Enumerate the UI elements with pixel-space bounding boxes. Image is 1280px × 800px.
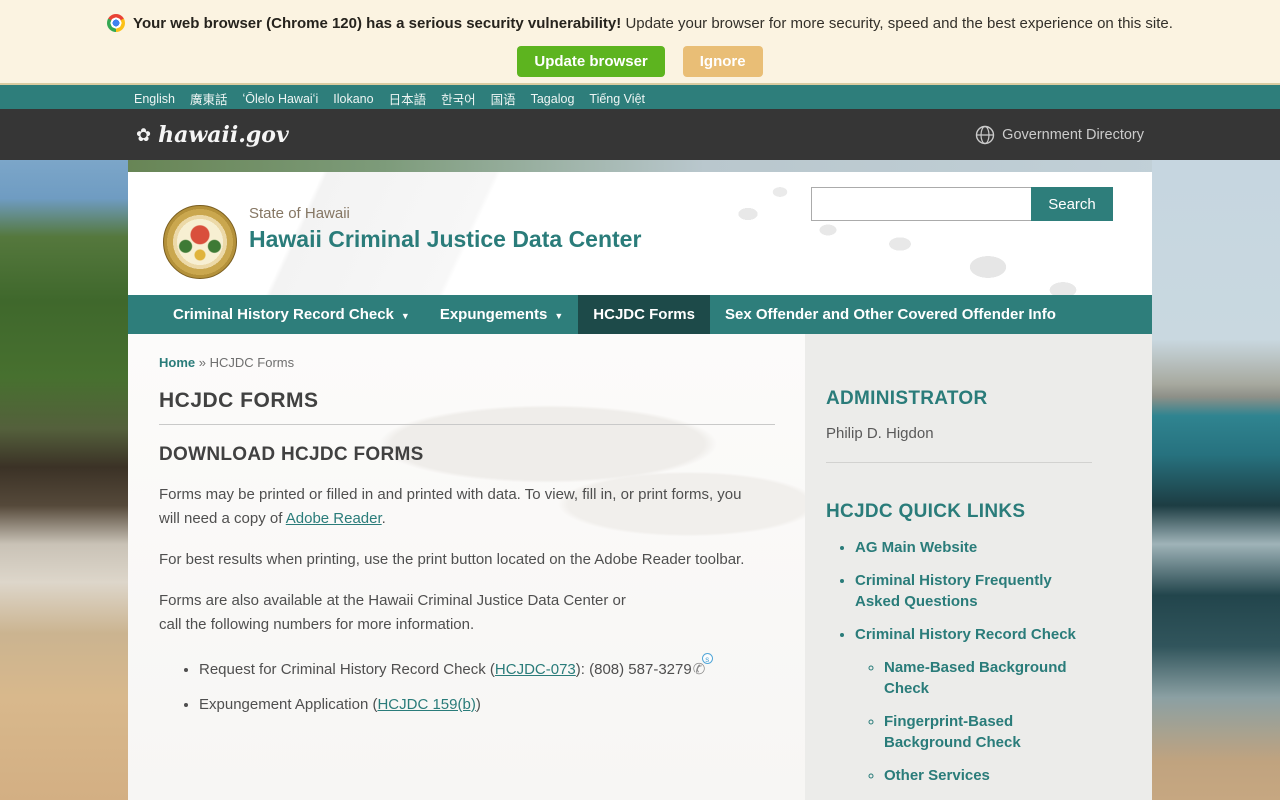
- language-bar: English 廣東話 ʻŌlelo Hawaiʻi Ilokano 日本語 한국어 国语 T…: [0, 85, 1280, 109]
- quick-links-title: HCJDC QUICK LINKS: [826, 501, 1026, 522]
- paragraph-adobe-reader: Forms may be printed or filled in and pr…: [159, 483, 759, 531]
- language-link[interactable]: 廣東話: [190, 89, 228, 108]
- nav-item-expungements[interactable]: Expungements ▼: [425, 295, 578, 334]
- list-item-text: ): [475, 696, 481, 713]
- site-container: State of Hawaii Hawaii Criminal Justice …: [128, 172, 1152, 800]
- banner-message-bold: Your web browser (Chrome 120) has a seri…: [133, 14, 622, 32]
- nav-item-label: HCJDC Forms: [593, 306, 695, 323]
- paragraph-text: Forms may be printed or filled in and pr…: [159, 486, 742, 527]
- page-title: HCJDC FORMS: [159, 389, 319, 412]
- search-box: Search: [811, 187, 1113, 221]
- divider: [159, 424, 775, 425]
- chevron-down-icon: ▼: [554, 310, 564, 321]
- breadcrumb-home-link[interactable]: Home: [159, 355, 195, 370]
- government-directory-label: Government Directory: [1002, 126, 1144, 143]
- update-browser-button[interactable]: Update browser: [517, 46, 665, 77]
- banner-message: Your web browser (Chrome 120) has a seri…: [133, 15, 1173, 32]
- government-directory-link[interactable]: Government Directory: [975, 125, 1144, 145]
- hawaii-gov-logo-link[interactable]: ✿ hawaii.gov: [136, 122, 289, 148]
- list-item-text: Request for Criminal History Record Chec…: [199, 661, 495, 678]
- hawaii-gov-bar: ✿ hawaii.gov Government Directory: [0, 109, 1280, 160]
- nav-item-sex-offender-info[interactable]: Sex Offender and Other Covered Offender …: [710, 295, 1071, 334]
- paragraph-text: Forms are also available at the Hawaii C…: [159, 592, 626, 609]
- divider: [826, 462, 1092, 463]
- hcjdc-159b-link[interactable]: HCJDC 159(b): [377, 696, 475, 713]
- adobe-reader-link[interactable]: Adobe Reader: [286, 510, 382, 527]
- administrator-name: Philip D. Higdon: [826, 425, 934, 442]
- language-list: English 廣東話 ʻŌlelo Hawaiʻi Ilokano 日本語 한국어 国语 T…: [128, 85, 1152, 108]
- globe-icon: [975, 125, 995, 144]
- list-item-expungement-form: Expungement Application (HCJDC 159(b)): [199, 696, 769, 713]
- quick-link[interactable]: Fingerprint-Based Background Check: [884, 711, 1092, 753]
- administrator-title: ADMINISTRATOR: [826, 388, 988, 409]
- quick-link[interactable]: Criminal History Frequently Asked Questi…: [855, 570, 1092, 612]
- quick-link[interactable]: Name-Based Background Check: [884, 657, 1092, 699]
- skype-badge-icon: s: [701, 653, 713, 664]
- browser-update-banner: Your web browser (Chrome 120) has a seri…: [0, 0, 1280, 85]
- paragraph-text: .: [381, 510, 386, 527]
- phone-call-icon[interactable]: ✆ s: [692, 653, 713, 678]
- language-link[interactable]: English: [134, 92, 175, 106]
- quick-link[interactable]: Other Services: [884, 765, 1092, 786]
- quick-link[interactable]: AG Main Website: [855, 537, 1092, 558]
- nav-item-criminal-history-record-check[interactable]: Criminal History Record Check ▼: [158, 295, 425, 334]
- phone-glyph: ✆: [692, 661, 706, 678]
- hawaii-gov-logo-text: hawaii.gov: [158, 121, 289, 148]
- language-link[interactable]: Tagalog: [531, 92, 575, 106]
- site-title: Hawaii Criminal Justice Data Center: [249, 226, 642, 252]
- nav-item-label: Sex Offender and Other Covered Offender …: [724, 306, 1056, 323]
- beach-photo-right: [1152, 160, 1280, 800]
- nav-item-label: Expungements: [439, 306, 548, 323]
- hibiscus-icon: ✿: [136, 124, 152, 145]
- list-item-text: Expungement Application (: [199, 696, 378, 713]
- beach-background: State of Hawaii Hawaii Criminal Justice …: [0, 160, 1280, 800]
- search-button[interactable]: Search: [1031, 187, 1113, 221]
- hcjdc-073-link[interactable]: HCJDC-073: [495, 661, 576, 678]
- agency-parent-label: State of Hawaii: [249, 205, 350, 222]
- breadcrumb-current: HCJDC Forms: [209, 355, 295, 370]
- breadcrumb-separator: »: [198, 355, 206, 370]
- nav-item-label: Criminal History Record Check: [173, 306, 394, 323]
- quick-links-sublist: Name-Based Background Check Fingerprint-B…: [855, 657, 1092, 786]
- ignore-button[interactable]: Ignore: [682, 46, 763, 77]
- section-title: DOWNLOAD HCJDC FORMS: [159, 444, 424, 465]
- language-link[interactable]: Tiếng Việt: [589, 92, 645, 106]
- beach-photo-left: [0, 160, 128, 800]
- paragraph-print-tip: For best results when printing, use the …: [159, 551, 745, 568]
- list-item-text: ): (808) 587-3279: [575, 661, 692, 678]
- main-content: Home » HCJDC Forms HCJDC FORMS DOWNLOAD …: [128, 334, 805, 800]
- language-link[interactable]: ʻŌlelo Hawaiʻi: [243, 92, 319, 106]
- list-item-record-check-form: Request for Criminal History Record Chec…: [199, 653, 769, 678]
- language-link[interactable]: 한국어: [441, 89, 476, 108]
- banner-message-rest: Update your browser for more security, s…: [625, 14, 1173, 32]
- language-link[interactable]: Ilokano: [333, 92, 373, 106]
- quick-link[interactable]: Criminal History Record CheckName-Based …: [855, 624, 1092, 786]
- forms-list: Request for Criminal History Record Chec…: [199, 653, 769, 713]
- paragraph-text: call the following numbers for more info…: [159, 616, 475, 633]
- chevron-down-icon: ▼: [400, 310, 410, 321]
- main-nav: Criminal History Record Check ▼ Expungem…: [128, 295, 1152, 334]
- paragraph-availability: Forms are also available at the Hawaii C…: [159, 589, 759, 637]
- search-input[interactable]: [811, 187, 1031, 221]
- sidebar: ADMINISTRATOR Philip D. Higdon HCJDC QUI…: [805, 334, 1152, 800]
- state-seal-logo[interactable]: [163, 205, 237, 279]
- breadcrumb: Home » HCJDC Forms: [159, 355, 775, 370]
- nav-item-hcjdc-forms[interactable]: HCJDC Forms: [578, 295, 710, 334]
- site-header: State of Hawaii Hawaii Criminal Justice …: [128, 172, 1152, 295]
- language-link[interactable]: 日本語: [389, 89, 427, 108]
- quick-links-list: AG Main Website Criminal History Frequent…: [826, 537, 1092, 800]
- chrome-icon: [107, 14, 126, 32]
- language-link[interactable]: 国语: [491, 89, 516, 108]
